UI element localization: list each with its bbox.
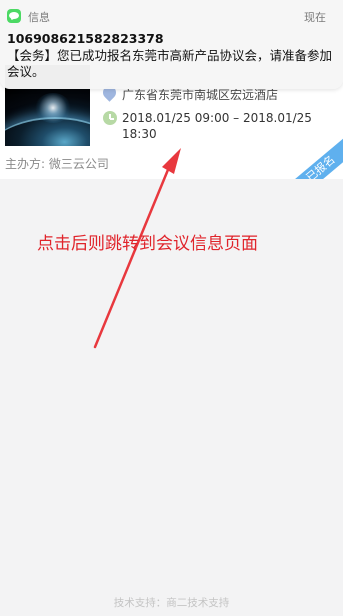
messages-app-icon [7, 9, 21, 23]
notification-time: 现在 [304, 11, 326, 24]
notification-app-name: 信息 [28, 11, 50, 24]
event-time: 2018.01/25 09:00 – 2018.01/25 18:30 [122, 111, 312, 141]
notification-sender: 106908621582823378 [7, 31, 164, 46]
clock-icon [103, 111, 117, 125]
event-organizer: 主办方: 微三云公司 [5, 157, 109, 171]
footer-tech-support: 技术支持：商二技术支持 [113, 597, 230, 609]
sms-notification-banner[interactable]: 信息 现在 106908621582823378 【会务】您已成功报名东莞市高新… [0, 0, 343, 89]
notification-body: 【会务】您已成功报名东莞市高新产品协议会，请准备参加会议。 [7, 48, 333, 79]
annotation-caption: 点击后则跳转到会议信息页面 [37, 234, 258, 254]
